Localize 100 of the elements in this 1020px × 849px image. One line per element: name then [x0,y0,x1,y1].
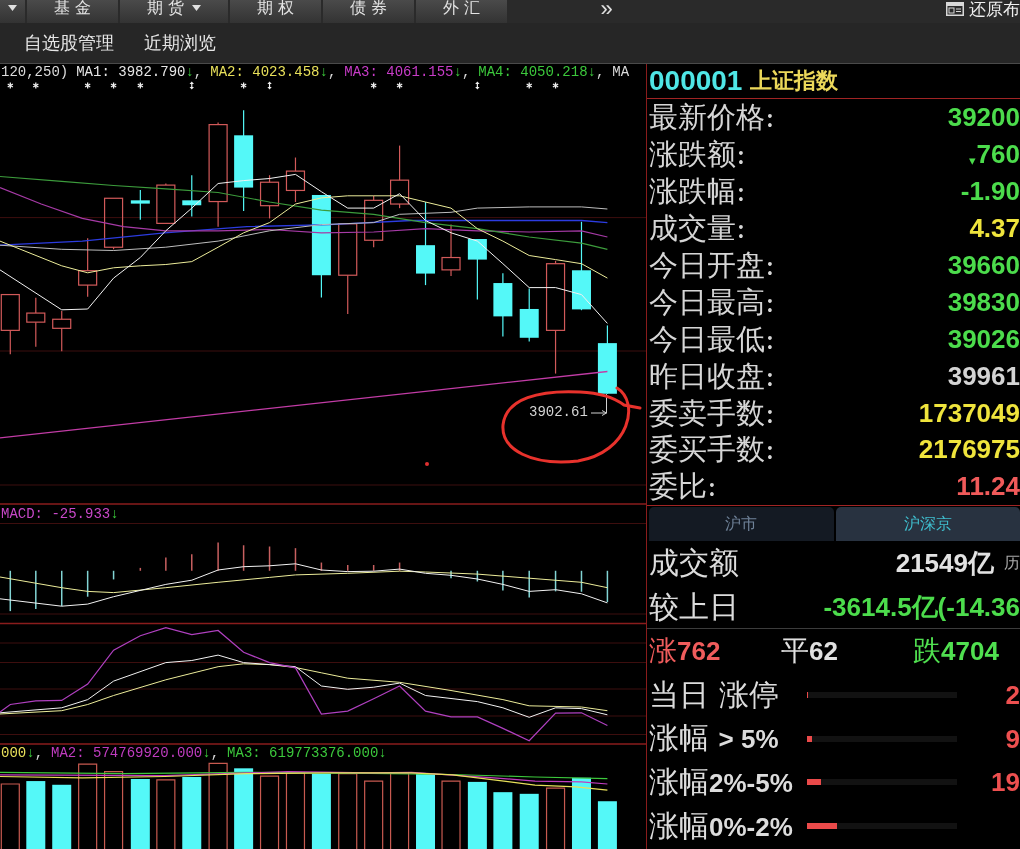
range-label: 涨幅 > 5% [649,721,780,757]
macd-bar [242,544,245,572]
market-tab[interactable]: 债 券 [323,0,415,23]
field-value: 39961 [947,360,1020,391]
field-note: 历 [1004,553,1020,573]
macd-bar [554,570,557,593]
candlestick [519,287,539,343]
macd-bar [86,570,89,598]
field-value: 1737049 [918,397,1020,428]
double-arrow-icon [267,81,272,90]
asterisk-icon [32,81,40,90]
volume-bar [26,781,46,849]
menu-item[interactable]: 自选股管理 [24,32,114,54]
indicator-legend: MA1: 3982.790↓, [76,65,203,80]
macd-bar [9,570,12,612]
field-label: 昨日收盘: [649,359,775,392]
field-value: 39660 [947,250,1020,280]
field-value: 760 [976,139,1020,170]
macd-bar [606,570,609,603]
field-label: 涨跌幅: [649,175,746,208]
dot-icon [425,462,429,466]
restore-layout-button[interactable]: 还原布 [946,0,1020,23]
count-value: 19 [991,767,1020,798]
volume-bar [467,781,487,849]
volume-bar [519,793,539,849]
macd-bar [476,570,479,583]
indicator-legend: MA2: 574769920.000↓, [51,746,220,761]
field-value: 21549亿 [895,548,994,578]
field-value: 39026 [947,323,1020,354]
trend-arrow: ▾ [969,154,976,168]
candlestick [441,224,461,277]
market-tab[interactable]: 外 汇 [416,0,508,23]
indicator-legend: MA3: 4061.155↓, [344,65,471,80]
candlestick [26,297,46,348]
market-tab[interactable]: 期 货 [120,0,229,23]
indicator-legend: MACD: -25.933↓ [1,507,119,522]
more-tabs-button[interactable]: » [597,0,616,23]
field-label: 最新价格: [649,101,775,134]
indicator-legend: MA3: 619773376.000↓ [227,746,387,761]
indicator-legend: 000↓, [1,746,44,761]
breadth-count: 跌4704 [913,635,1000,667]
volume-bar [130,779,150,849]
candlestick [130,189,150,221]
volume-bar [441,780,461,849]
field-label: 涨跌额: [649,138,746,171]
market-tab[interactable]: 期 权 [230,0,322,23]
count-value: 2 [1005,679,1020,710]
field-value: -1.90 [960,176,1020,207]
indicator-legend: MA4: 4050.218↓, [478,65,605,80]
candlestick [364,195,384,248]
field-label: 今日开盘: [649,249,775,281]
market-tab[interactable]: 沪深京 [835,507,1020,541]
candlestick [52,310,72,352]
volume-bar [0,783,20,849]
volume-bar [597,801,617,849]
field-label: 成交量: [649,212,746,245]
stock-code: 000001 [649,66,743,96]
field-label: 委卖手数: [649,396,775,429]
volume-bar [52,784,72,849]
volume-bar [545,787,566,849]
volume-bar [156,779,176,849]
asterisk-icon [84,81,91,90]
asterisk-icon [552,81,559,90]
candlestick [390,145,410,209]
candlestick [493,272,513,338]
volume-bar [364,780,384,849]
double-arrow-icon [475,81,480,90]
caret-icon [8,4,17,11]
asterisk-icon [7,81,14,90]
field-label: 成交额 [649,546,739,580]
macd-bar [112,570,115,581]
field-value: 39830 [947,286,1020,317]
indicator-legend: 120,250) [1,65,69,80]
indicator-legend: MA [612,65,630,80]
field-value: 4.37 [969,213,1020,244]
double-arrow-icon [189,81,194,90]
field-value: 39200 [947,102,1020,133]
candlestick [156,182,176,224]
candlestick [182,174,202,217]
dropdown-button[interactable] [0,0,25,23]
stock-name: 上证指数 [750,68,839,94]
volume-bar [493,792,513,849]
candlestick [0,293,20,355]
window-icon [946,2,964,16]
menu-item[interactable]: 近期浏览 [144,32,216,54]
macd-bar [580,570,583,593]
candlestick [285,156,306,203]
candlestick [467,238,487,301]
market-tab[interactable]: 基 金 [27,0,119,23]
asterisk-icon [370,81,377,90]
candlestick [597,324,617,395]
asterisk-icon [110,81,117,90]
field-value: 2176975 [918,434,1020,465]
asterisk-icon [240,81,247,90]
field-label: 较上日 [649,589,739,624]
range-label: 涨幅2%-5% [649,764,794,800]
macd-bar [320,561,323,572]
indicator-legend: MA2: 4023.458↓, [210,65,337,80]
market-tab[interactable]: 沪市 [649,507,834,541]
macd-bar [268,545,271,572]
